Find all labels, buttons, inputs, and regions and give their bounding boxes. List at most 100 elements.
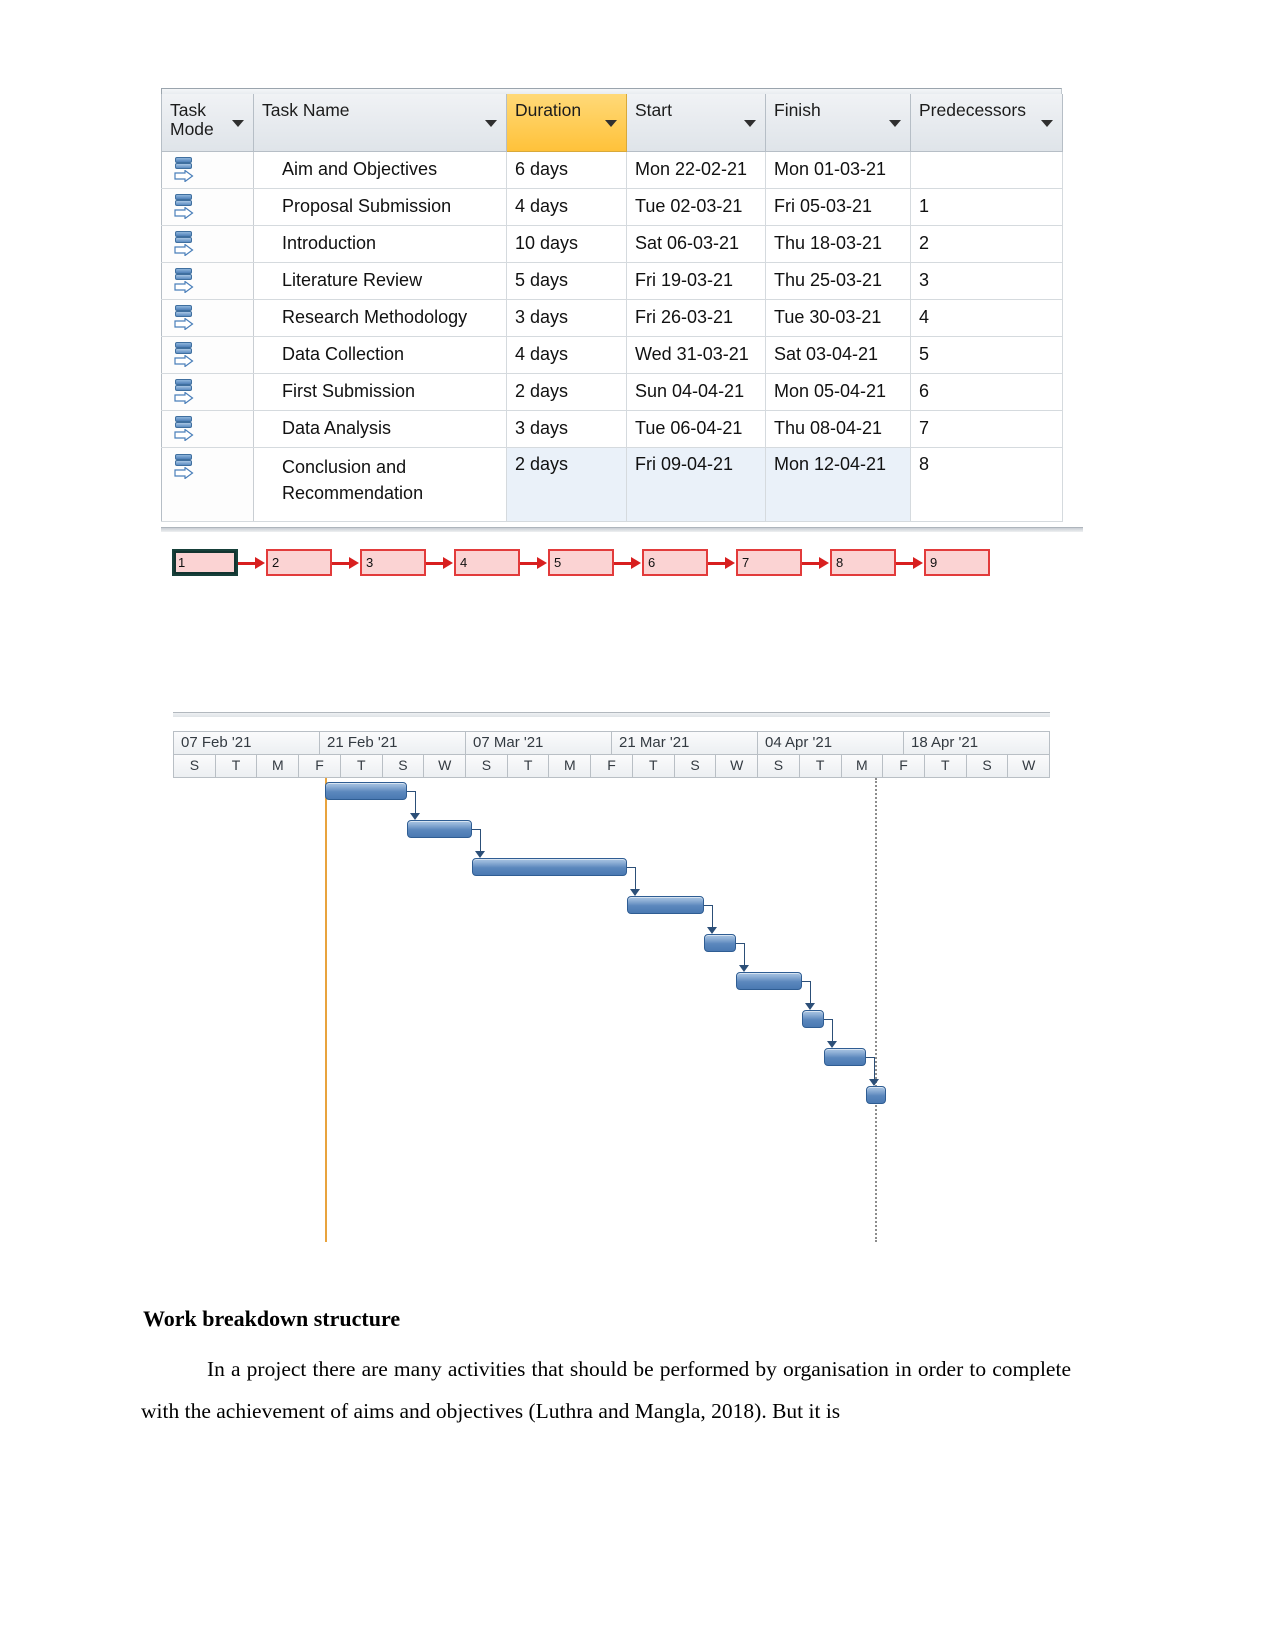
cell-finish[interactable]: Tue 30-03-21 <box>765 298 911 337</box>
table-row[interactable]: Literature Review 5 days Fri 19-03-21 Thu 2… <box>161 261 1063 300</box>
cell-finish[interactable]: Thu 18-03-21 <box>765 224 911 263</box>
cell-task-mode[interactable] <box>161 187 254 226</box>
cell-task-name[interactable]: Research Methodology <box>253 298 507 337</box>
cell-duration[interactable]: 3 days <box>506 409 627 448</box>
filter-caret-icon[interactable] <box>744 120 756 127</box>
table-row[interactable]: Research Methodology 3 days Fri 26-03-21 Tu… <box>161 298 1063 337</box>
gantt-bar[interactable] <box>627 896 704 914</box>
cell-start[interactable]: Tue 02-03-21 <box>626 187 766 226</box>
cell-predecessors[interactable]: 3 <box>910 261 1063 300</box>
table-row[interactable]: First Submission 2 days Sun 04-04-21 Mon 05… <box>161 372 1063 411</box>
cell-predecessors[interactable]: 7 <box>910 409 1063 448</box>
network-node-1[interactable]: 1 <box>172 549 238 576</box>
cell-task-name[interactable]: Proposal Submission <box>253 187 507 226</box>
table-row[interactable]: Introduction 10 days Sat 06-03-21 Thu 18-03… <box>161 224 1063 263</box>
column-header-task-mode[interactable]: Task Mode <box>161 94 254 152</box>
gantt-bar[interactable] <box>802 1010 824 1028</box>
cell-task-mode[interactable] <box>161 335 254 374</box>
auto-schedule-icon[interactable] <box>174 378 196 405</box>
cell-duration[interactable]: 2 days <box>506 446 627 522</box>
filter-caret-icon[interactable] <box>485 120 497 127</box>
gantt-bar[interactable] <box>824 1048 866 1066</box>
network-node-6[interactable]: 6 <box>642 549 708 576</box>
cell-predecessors[interactable]: 8 <box>910 446 1063 522</box>
filter-caret-icon[interactable] <box>1041 120 1053 127</box>
cell-start[interactable]: Mon 22-02-21 <box>626 150 766 189</box>
cell-predecessors[interactable]: 5 <box>910 335 1063 374</box>
table-row[interactable]: Data Analysis 3 days Tue 06-04-21 Thu 08-04… <box>161 409 1063 448</box>
cell-task-name[interactable]: Literature Review <box>253 261 507 300</box>
cell-duration[interactable]: 10 days <box>506 224 627 263</box>
column-header-finish[interactable]: Finish <box>765 94 911 152</box>
auto-schedule-icon[interactable] <box>174 267 196 294</box>
cell-start[interactable]: Wed 31-03-21 <box>626 335 766 374</box>
network-node-7[interactable]: 7 <box>736 549 802 576</box>
auto-schedule-icon[interactable] <box>174 230 196 257</box>
table-row[interactable]: Data Collection 4 days Wed 31-03-21 Sat 03-… <box>161 335 1063 374</box>
cell-task-mode[interactable] <box>161 224 254 263</box>
cell-finish[interactable]: Mon 05-04-21 <box>765 372 911 411</box>
column-header-duration[interactable]: Duration <box>506 94 627 152</box>
cell-duration[interactable]: 6 days <box>506 150 627 189</box>
cell-finish[interactable]: Fri 05-03-21 <box>765 187 911 226</box>
cell-task-mode[interactable] <box>161 409 254 448</box>
cell-finish[interactable]: Thu 08-04-21 <box>765 409 911 448</box>
cell-start[interactable]: Sat 06-03-21 <box>626 224 766 263</box>
cell-finish[interactable]: Sat 03-04-21 <box>765 335 911 374</box>
column-header-start[interactable]: Start <box>626 94 766 152</box>
network-node-8[interactable]: 8 <box>830 549 896 576</box>
cell-start[interactable]: Fri 26-03-21 <box>626 298 766 337</box>
network-node-4[interactable]: 4 <box>454 549 520 576</box>
cell-task-mode[interactable] <box>161 150 254 189</box>
cell-duration[interactable]: 4 days <box>506 335 627 374</box>
network-node-5[interactable]: 5 <box>548 549 614 576</box>
gantt-bar[interactable] <box>704 934 736 952</box>
cell-start[interactable]: Sun 04-04-21 <box>626 372 766 411</box>
cell-start[interactable]: Fri 09-04-21 <box>626 446 766 522</box>
network-node-9[interactable]: 9 <box>924 549 990 576</box>
cell-task-name[interactable]: Data Collection <box>253 335 507 374</box>
cell-duration[interactable]: 2 days <box>506 372 627 411</box>
cell-predecessors[interactable]: 1 <box>910 187 1063 226</box>
cell-duration[interactable]: 3 days <box>506 298 627 337</box>
column-header-predecessors[interactable]: Predecessors <box>910 94 1063 152</box>
cell-finish[interactable]: Mon 01-03-21 <box>765 150 911 189</box>
filter-caret-icon[interactable] <box>232 120 244 127</box>
auto-schedule-icon[interactable] <box>174 341 196 368</box>
cell-task-mode[interactable] <box>161 261 254 300</box>
cell-task-name[interactable]: Conclusion and Recommendation <box>253 446 507 522</box>
cell-task-mode[interactable] <box>161 446 254 522</box>
table-row[interactable]: Aim and Objectives 6 days Mon 22-02-21 Mon … <box>161 150 1063 189</box>
auto-schedule-icon[interactable] <box>174 193 196 220</box>
gantt-bar[interactable] <box>736 972 802 990</box>
gantt-bar[interactable] <box>866 1086 886 1104</box>
network-node-3[interactable]: 3 <box>360 549 426 576</box>
network-node-2[interactable]: 2 <box>266 549 332 576</box>
cell-finish[interactable]: Mon 12-04-21 <box>765 446 911 522</box>
cell-predecessors[interactable]: 2 <box>910 224 1063 263</box>
cell-task-name[interactable]: Data Analysis <box>253 409 507 448</box>
cell-start[interactable]: Tue 06-04-21 <box>626 409 766 448</box>
auto-schedule-icon[interactable] <box>174 304 196 331</box>
cell-start[interactable]: Fri 19-03-21 <box>626 261 766 300</box>
cell-predecessors[interactable] <box>910 150 1063 189</box>
cell-task-mode[interactable] <box>161 298 254 337</box>
auto-schedule-icon[interactable] <box>174 415 196 442</box>
gantt-bar[interactable] <box>407 820 472 838</box>
cell-task-name[interactable]: First Submission <box>253 372 507 411</box>
table-row[interactable]: Conclusion and Recommendation 2 days Fri 0… <box>161 446 1063 522</box>
cell-predecessors[interactable]: 4 <box>910 298 1063 337</box>
column-header-task-name[interactable]: Task Name <box>253 94 507 152</box>
cell-task-mode[interactable] <box>161 372 254 411</box>
auto-schedule-icon[interactable] <box>174 156 196 183</box>
cell-task-name[interactable]: Introduction <box>253 224 507 263</box>
cell-predecessors[interactable]: 6 <box>910 372 1063 411</box>
table-row[interactable]: Proposal Submission 4 days Tue 02-03-21 Fri… <box>161 187 1063 226</box>
filter-caret-icon[interactable] <box>605 120 617 127</box>
gantt-bar[interactable] <box>325 782 407 800</box>
cell-duration[interactable]: 4 days <box>506 187 627 226</box>
filter-caret-icon[interactable] <box>889 120 901 127</box>
cell-duration[interactable]: 5 days <box>506 261 627 300</box>
cell-task-name[interactable]: Aim and Objectives <box>253 150 507 189</box>
auto-schedule-icon[interactable] <box>174 453 196 480</box>
